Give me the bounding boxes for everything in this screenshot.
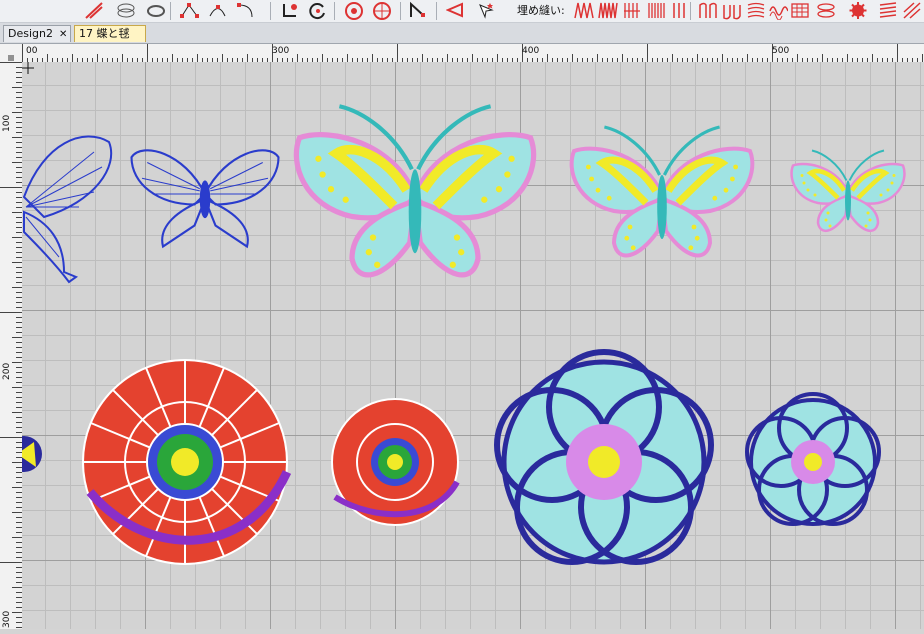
- fill-stitch-label: 埋め縫い:: [517, 4, 565, 17]
- temari-ball-navy-small[interactable]: [745, 392, 881, 526]
- design-toolbar: 埋め縫い:: [0, 0, 924, 23]
- butterfly-outline-partial[interactable]: [22, 135, 113, 284]
- spiral-fill-icon[interactable]: [746, 1, 766, 20]
- temari-ball-navy-large[interactable]: [494, 349, 714, 565]
- node-edit-icon[interactable]: [180, 1, 200, 20]
- ruler-label: 400: [522, 46, 540, 56]
- ruler-label: 300: [2, 610, 12, 628]
- ruler-label: 00: [26, 46, 38, 56]
- arc-node-icon[interactable]: [236, 1, 256, 20]
- line-tool-icon[interactable]: [84, 1, 104, 20]
- vertical-ruler: 100 200 300: [0, 62, 23, 629]
- straight-fill-icon[interactable]: [670, 1, 690, 20]
- toolbar-separator: [334, 2, 335, 20]
- compass-icon[interactable]: [344, 1, 364, 20]
- straight-fill-icon[interactable]: [646, 1, 666, 20]
- tab-butterfly-temari[interactable]: 17 蝶と毬✕: [74, 25, 146, 56]
- wave-fill-icon[interactable]: [698, 1, 718, 20]
- tab-label: Design2: [8, 27, 53, 40]
- straight-fill-icon[interactable]: [622, 1, 642, 20]
- corner-icon[interactable]: [280, 1, 300, 20]
- rotate-icon[interactable]: [308, 1, 328, 20]
- horizontal-ruler: 00 300 400 500: [22, 44, 924, 63]
- zigzag-dense-icon[interactable]: [598, 1, 618, 20]
- butterfly-embroidered-large[interactable]: [296, 106, 533, 275]
- ruler-label: 100: [2, 114, 12, 132]
- tab-design2[interactable]: Design2 ✕: [3, 25, 71, 42]
- stripe-fill-icon[interactable]: [902, 1, 922, 20]
- oval-fill-icon[interactable]: [816, 1, 836, 20]
- toolbar-separator: [400, 2, 401, 20]
- node-arrow-icon[interactable]: [408, 1, 428, 20]
- oval-stack-icon[interactable]: [116, 1, 136, 20]
- design-canvas[interactable]: [22, 62, 924, 629]
- pie-icon[interactable]: [372, 1, 392, 20]
- crosshair-cursor-icon: [22, 62, 34, 74]
- butterfly-outline-small[interactable]: [130, 149, 280, 248]
- design-artwork: [22, 62, 924, 565]
- ruler-label: 500: [772, 46, 790, 56]
- toolbar-separator: [690, 2, 691, 20]
- gear-fill-icon[interactable]: [848, 1, 868, 20]
- temari-ball-large[interactable]: [82, 359, 292, 565]
- wave-fill-icon[interactable]: [722, 1, 742, 20]
- close-icon[interactable]: ✕: [59, 29, 67, 40]
- tab-label: 17 蝶と毬: [79, 27, 130, 40]
- butterfly-embroidered-medium[interactable]: [572, 127, 753, 256]
- document-tab-bar: Design2 ✕ 17 蝶と毬✕: [0, 23, 924, 56]
- triangle-arrow-icon[interactable]: [446, 1, 466, 20]
- ruler-label: 200: [2, 362, 12, 380]
- butterfly-embroidered-small[interactable]: [792, 151, 905, 231]
- ruler-label: 300: [272, 46, 290, 56]
- toolbar-separator: [270, 2, 271, 20]
- temari-ball-partial[interactable]: [22, 436, 42, 472]
- toolbar-separator: [170, 2, 171, 20]
- ring-icon[interactable]: [146, 1, 166, 20]
- temari-ball-medium[interactable]: [331, 398, 460, 526]
- ruler-corner: [0, 44, 23, 63]
- loop-fill-icon[interactable]: [768, 1, 788, 20]
- stripe-fill-icon[interactable]: [878, 1, 898, 20]
- grid-fill-icon[interactable]: [790, 1, 810, 20]
- toolbar-separator: [436, 2, 437, 20]
- select-star-icon[interactable]: [476, 1, 496, 20]
- zigzag-fill-icon[interactable]: [574, 1, 594, 20]
- curve-node-icon[interactable]: [208, 1, 228, 20]
